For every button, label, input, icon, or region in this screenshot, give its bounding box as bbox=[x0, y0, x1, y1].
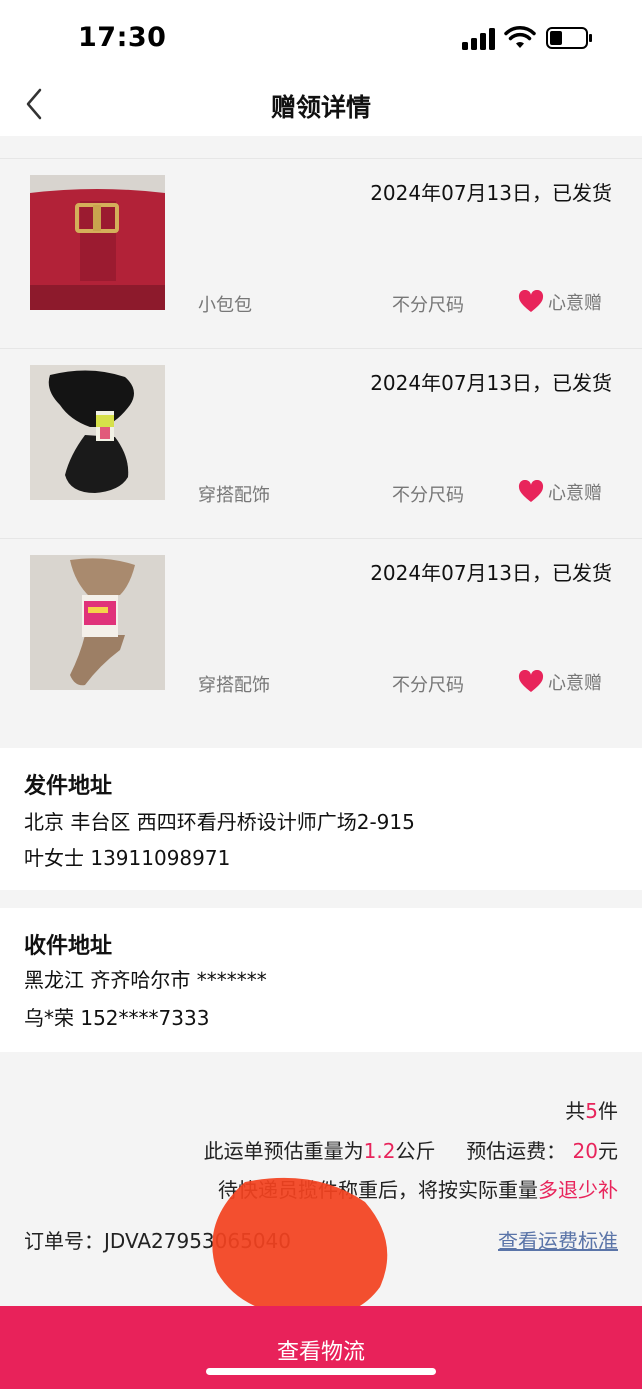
sender-contact: 叶女士 13911098971 bbox=[24, 846, 231, 870]
sender-address-card: 发件地址 北京 丰台区 西四环看丹桥设计师广场2-915 叶女士 1391109… bbox=[0, 748, 642, 890]
item-size: 不分尺码 bbox=[392, 295, 464, 316]
count-suffix: 件 bbox=[598, 1099, 618, 1123]
order-value: JDVA27953065040 bbox=[104, 1229, 292, 1253]
gift-tag: 心意赠 bbox=[518, 289, 602, 315]
status-time: 17:30 bbox=[78, 22, 167, 53]
item-category: 小包包 bbox=[198, 295, 252, 316]
sender-address-title: 发件地址 bbox=[24, 774, 113, 799]
weight-prefix: 此运单预估重量为 bbox=[203, 1139, 364, 1163]
heart-icon bbox=[518, 670, 544, 692]
item-date: 2024年07月13日，已发货 bbox=[370, 561, 612, 585]
cellular-signal-icon bbox=[462, 28, 495, 50]
list-item[interactable]: 2024年07月13日，已发货 穿搭配饰 不分尺码 心意赠 bbox=[0, 348, 642, 538]
weight-fee-line: 此运单预估重量为1.2公斤 预估运费： 20元 bbox=[204, 1135, 618, 1164]
list-item[interactable]: 2024年07月13日，已发货 小包包 不分尺码 心意赠 bbox=[0, 158, 642, 348]
gift-label: 心意赠 bbox=[548, 293, 602, 314]
wifi-icon bbox=[504, 26, 536, 48]
heart-icon bbox=[518, 480, 544, 502]
fee-label: 预估运费： bbox=[466, 1139, 567, 1163]
fee-unit: 元 bbox=[598, 1139, 618, 1163]
refund-note: 待快递员揽件称重后，将按实际重量多退少补 bbox=[218, 1174, 618, 1203]
count-value: 5 bbox=[585, 1099, 598, 1123]
battery-icon bbox=[546, 27, 592, 49]
weight-value: 1.2 bbox=[363, 1139, 396, 1163]
item-category: 穿搭配饰 bbox=[198, 675, 270, 696]
receiver-address-card: 收件地址 黑龙江 齐齐哈尔市 ******* 乌*荣 152****7333 bbox=[0, 908, 642, 1052]
item-thumbnail bbox=[30, 175, 165, 310]
item-count: 共5件 bbox=[565, 1095, 618, 1124]
receiver-address: 黑龙江 齐齐哈尔市 ******* bbox=[24, 968, 267, 992]
note-prefix: 待快递员揽件称重后，将按实际重量 bbox=[218, 1178, 538, 1202]
nav-bar: 赠领详情 bbox=[0, 72, 642, 136]
item-date: 2024年07月13日，已发货 bbox=[370, 181, 612, 205]
item-date: 2024年07月13日，已发货 bbox=[370, 371, 612, 395]
view-logistics-label: 查看物流 bbox=[276, 1340, 365, 1365]
count-prefix: 共 bbox=[565, 1099, 586, 1123]
order-number: 订单号：JDVA27953065040 bbox=[24, 1225, 291, 1254]
heart-icon bbox=[518, 290, 544, 312]
item-category: 穿搭配饰 bbox=[198, 485, 270, 506]
status-bar: 17:30 bbox=[0, 0, 642, 72]
weight-unit: 公斤 bbox=[395, 1139, 436, 1163]
fee-value: 20 bbox=[572, 1139, 598, 1163]
view-logistics-button[interactable]: 查看物流 bbox=[0, 1306, 642, 1389]
note-highlight: 多退少补 bbox=[538, 1178, 618, 1202]
item-thumbnail bbox=[30, 555, 165, 690]
item-size: 不分尺码 bbox=[392, 485, 464, 506]
gift-label: 心意赠 bbox=[548, 483, 602, 504]
page-title: 赠领详情 bbox=[270, 93, 371, 122]
sender-address: 北京 丰台区 西四环看丹桥设计师广场2-915 bbox=[24, 810, 415, 834]
receiver-contact: 乌*荣 152****7333 bbox=[24, 1006, 210, 1030]
list-item[interactable]: 2024年07月13日，已发货 穿搭配饰 不分尺码 心意赠 bbox=[0, 538, 642, 728]
item-size: 不分尺码 bbox=[392, 675, 464, 696]
gift-label: 心意赠 bbox=[548, 673, 602, 694]
gift-tag: 心意赠 bbox=[518, 479, 602, 505]
fee-standard-link[interactable]: 查看运费标准 bbox=[498, 1225, 618, 1254]
home-indicator bbox=[206, 1368, 436, 1375]
item-thumbnail bbox=[30, 365, 165, 500]
gift-tag: 心意赠 bbox=[518, 669, 602, 695]
order-label: 订单号： bbox=[24, 1229, 104, 1253]
receiver-address-title: 收件地址 bbox=[24, 934, 113, 959]
